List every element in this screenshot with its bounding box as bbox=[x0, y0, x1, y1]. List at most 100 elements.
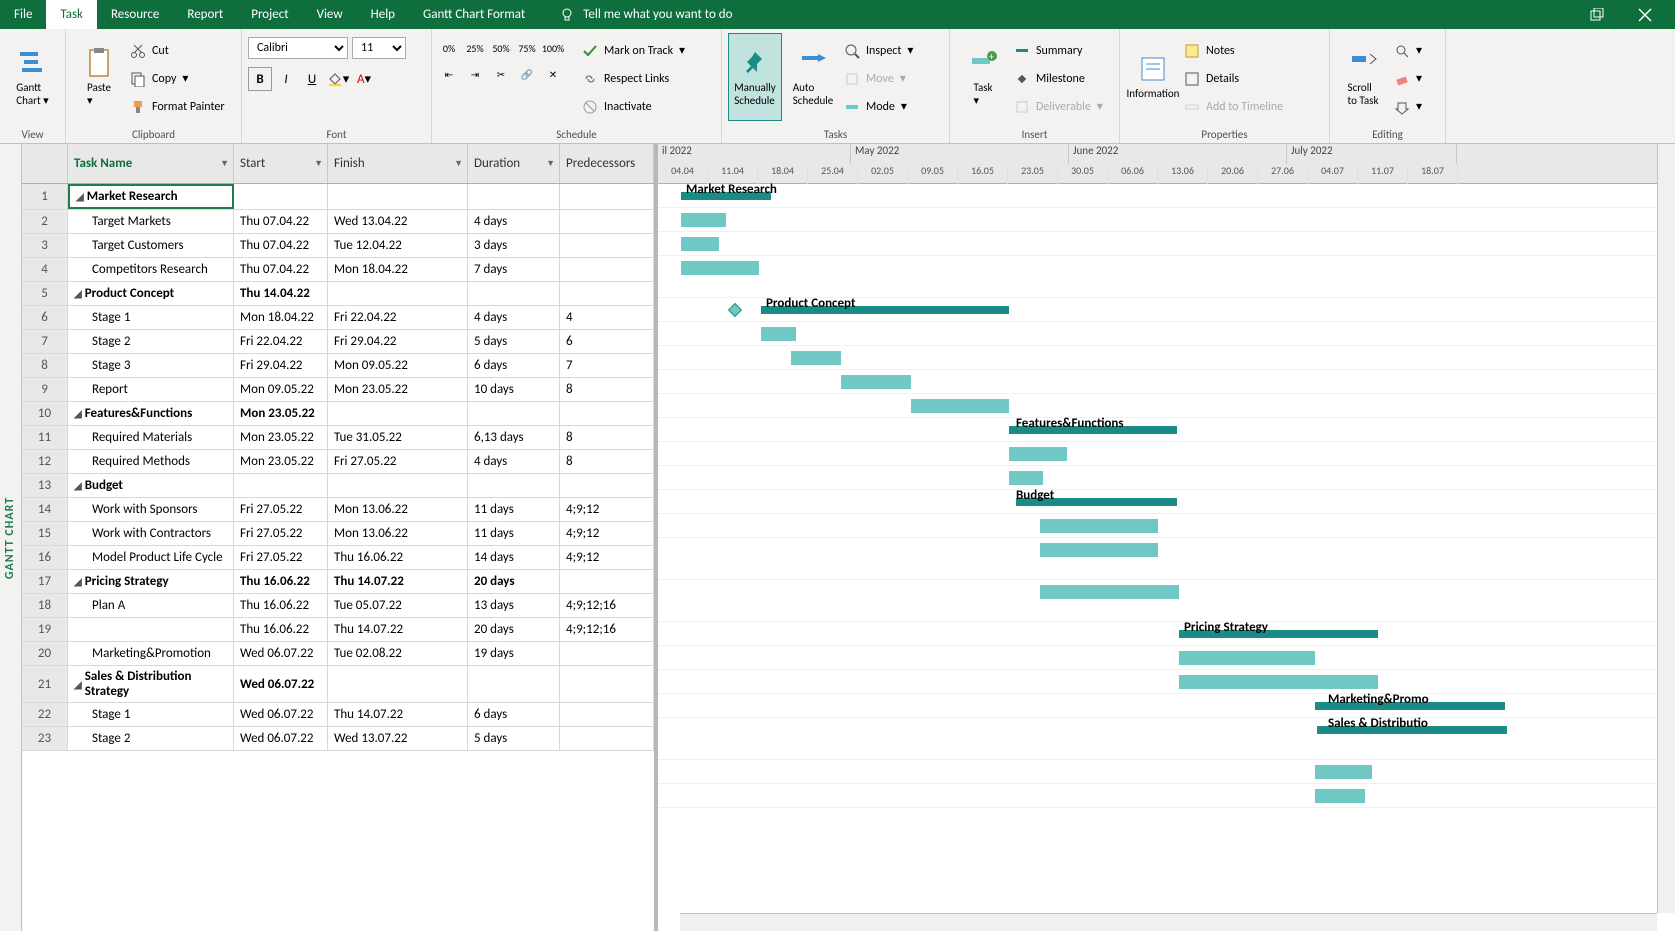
paste-button[interactable]: Paste▾ bbox=[72, 33, 126, 121]
table-row[interactable]: 17◢Pricing StrategyThu 16.06.22Thu 14.07… bbox=[22, 570, 654, 594]
duration-cell[interactable]: 10 days bbox=[468, 378, 560, 401]
table-row[interactable]: 14Work with SponsorsFri 27.05.22Mon 13.0… bbox=[22, 498, 654, 522]
task-name-cell[interactable]: ◢Sales & Distribution Strategy bbox=[68, 666, 234, 702]
row-number[interactable]: 5 bbox=[22, 282, 68, 305]
table-row[interactable]: 16Model Product Life CycleFri 27.05.22Th… bbox=[22, 546, 654, 570]
start-cell[interactable]: Thu 16.06.22 bbox=[234, 570, 328, 593]
predecessors-cell[interactable] bbox=[560, 474, 654, 497]
table-row[interactable]: 3Target CustomersThu 07.04.22Tue 12.04.2… bbox=[22, 234, 654, 258]
row-number[interactable]: 21 bbox=[22, 666, 68, 702]
row-number[interactable]: 12 bbox=[22, 450, 68, 473]
finish-cell[interactable]: Mon 13.06.22 bbox=[328, 498, 468, 521]
duration-cell[interactable]: 6 days bbox=[468, 703, 560, 726]
finish-cell[interactable]: Tue 12.04.22 bbox=[328, 234, 468, 257]
auto-schedule-button[interactable]: AutoSchedule bbox=[786, 33, 840, 121]
start-cell[interactable]: Fri 29.04.22 bbox=[234, 354, 328, 377]
row-number[interactable]: 1 bbox=[22, 184, 68, 209]
table-row[interactable]: 2Target MarketsThu 07.04.22Wed 13.04.224… bbox=[22, 210, 654, 234]
row-number[interactable]: 3 bbox=[22, 234, 68, 257]
start-cell[interactable]: Mon 09.05.22 bbox=[234, 378, 328, 401]
pct-100-button[interactable]: 100% bbox=[542, 37, 564, 59]
finish-cell[interactable] bbox=[328, 474, 468, 497]
finish-cell[interactable]: Fri 29.04.22 bbox=[328, 330, 468, 353]
task-name-cell[interactable]: Required Materials bbox=[68, 426, 234, 449]
task-bar[interactable] bbox=[681, 261, 759, 275]
row-number[interactable]: 11 bbox=[22, 426, 68, 449]
finish-cell[interactable]: Tue 05.07.22 bbox=[328, 594, 468, 617]
unlink-button[interactable]: ✕ bbox=[542, 63, 564, 85]
duration-cell[interactable]: 4 days bbox=[468, 306, 560, 329]
task-name-cell[interactable]: ◢Features&Functions bbox=[68, 402, 234, 425]
table-row[interactable]: 13◢Budget bbox=[22, 474, 654, 498]
predecessors-cell[interactable]: 7 bbox=[560, 354, 654, 377]
finish-header[interactable]: Finish▼ bbox=[328, 144, 468, 183]
finish-cell[interactable]: Fri 27.05.22 bbox=[328, 450, 468, 473]
finish-cell[interactable]: Fri 22.04.22 bbox=[328, 306, 468, 329]
start-cell[interactable]: Thu 07.04.22 bbox=[234, 234, 328, 257]
table-row[interactable]: 12Required MethodsMon 23.05.22Fri 27.05.… bbox=[22, 450, 654, 474]
information-button[interactable]: Information bbox=[1126, 33, 1180, 121]
table-row[interactable]: 23Stage 2Wed 06.07.22Wed 13.07.225 days bbox=[22, 727, 654, 751]
notes-button[interactable]: Notes bbox=[1184, 40, 1283, 62]
link-button[interactable]: 🔗 bbox=[516, 63, 538, 85]
duration-cell[interactable]: 5 days bbox=[468, 330, 560, 353]
finish-cell[interactable] bbox=[328, 184, 468, 209]
task-bar[interactable] bbox=[841, 375, 911, 389]
predecessors-cell[interactable]: 8 bbox=[560, 378, 654, 401]
mode-button[interactable]: Mode ▾ bbox=[844, 96, 913, 118]
task-name-cell[interactable] bbox=[68, 618, 234, 641]
manually-schedule-button[interactable]: ManuallySchedule bbox=[728, 33, 782, 121]
task-bar[interactable] bbox=[1179, 651, 1315, 665]
task-name-cell[interactable]: ◢Market Research bbox=[68, 184, 234, 209]
predecessors-header[interactable]: Predecessors bbox=[560, 144, 654, 183]
task-name-cell[interactable]: Target Markets bbox=[68, 210, 234, 233]
task-name-cell[interactable]: Target Customers bbox=[68, 234, 234, 257]
predecessors-cell[interactable]: 4;9;12 bbox=[560, 546, 654, 569]
finish-cell[interactable]: Wed 13.04.22 bbox=[328, 210, 468, 233]
table-row[interactable]: 18Plan AThu 16.06.22Tue 05.07.2213 days4… bbox=[22, 594, 654, 618]
finish-cell[interactable]: Mon 09.05.22 bbox=[328, 354, 468, 377]
finish-cell[interactable]: Thu 14.07.22 bbox=[328, 618, 468, 641]
row-number[interactable]: 2 bbox=[22, 210, 68, 233]
row-number[interactable]: 10 bbox=[22, 402, 68, 425]
predecessors-cell[interactable] bbox=[560, 402, 654, 425]
row-number[interactable]: 22 bbox=[22, 703, 68, 726]
predecessors-cell[interactable]: 4 bbox=[560, 306, 654, 329]
horizontal-scrollbar[interactable] bbox=[680, 913, 1657, 931]
task-name-cell[interactable]: Model Product Life Cycle bbox=[68, 546, 234, 569]
predecessors-cell[interactable]: 6 bbox=[560, 330, 654, 353]
restore-window-button[interactable] bbox=[1575, 0, 1619, 29]
indent-button[interactable]: ⇥ bbox=[464, 63, 486, 85]
task-name-cell[interactable]: Report bbox=[68, 378, 234, 401]
summary-button[interactable]: Summary bbox=[1014, 40, 1103, 62]
row-number[interactable]: 23 bbox=[22, 727, 68, 750]
details-button[interactable]: Details bbox=[1184, 68, 1283, 90]
predecessors-cell[interactable]: 8 bbox=[560, 426, 654, 449]
pct-50-button[interactable]: 50% bbox=[490, 37, 512, 59]
start-cell[interactable]: Thu 14.04.22 bbox=[234, 282, 328, 305]
row-number[interactable]: 14 bbox=[22, 498, 68, 521]
task-name-cell[interactable]: Stage 3 bbox=[68, 354, 234, 377]
start-cell[interactable]: Wed 06.07.22 bbox=[234, 642, 328, 665]
insert-task-button[interactable]: + Task▾ bbox=[956, 33, 1010, 121]
split-button[interactable]: ✂ bbox=[490, 63, 512, 85]
predecessors-cell[interactable] bbox=[560, 570, 654, 593]
table-row[interactable]: 22Stage 1Wed 06.07.22Thu 14.07.226 days bbox=[22, 703, 654, 727]
row-number[interactable]: 7 bbox=[22, 330, 68, 353]
task-bar[interactable] bbox=[681, 237, 719, 251]
pct-25-button[interactable]: 25% bbox=[464, 37, 486, 59]
start-cell[interactable]: Wed 06.07.22 bbox=[234, 727, 328, 750]
finish-cell[interactable]: Thu 14.07.22 bbox=[328, 703, 468, 726]
task-name-cell[interactable]: ◢Budget bbox=[68, 474, 234, 497]
table-row[interactable]: 11Required MaterialsMon 23.05.22Tue 31.0… bbox=[22, 426, 654, 450]
task-bar[interactable] bbox=[1040, 543, 1158, 557]
start-cell[interactable]: Thu 07.04.22 bbox=[234, 258, 328, 281]
duration-cell[interactable] bbox=[468, 184, 560, 209]
gantt-chart-button[interactable]: GanttChart ▾ bbox=[6, 33, 59, 121]
finish-cell[interactable]: Tue 31.05.22 bbox=[328, 426, 468, 449]
table-row[interactable]: 15Work with ContractorsFri 27.05.22Mon 1… bbox=[22, 522, 654, 546]
duration-header[interactable]: Duration▼ bbox=[468, 144, 560, 183]
start-cell[interactable]: Fri 22.04.22 bbox=[234, 330, 328, 353]
row-number[interactable]: 15 bbox=[22, 522, 68, 545]
table-row[interactable]: 5◢Product ConceptThu 14.04.22 bbox=[22, 282, 654, 306]
